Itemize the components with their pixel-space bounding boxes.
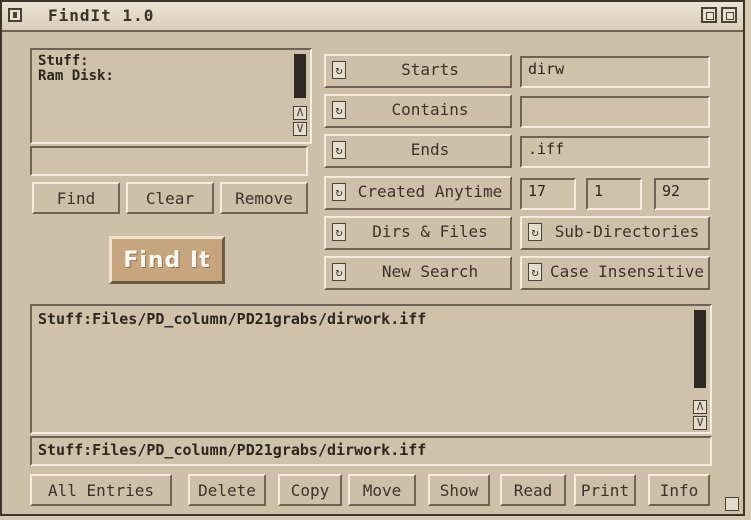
contains-input[interactable] [520, 96, 710, 128]
cycle-icon: ↻ [332, 183, 346, 201]
read-button[interactable]: Read [500, 474, 566, 506]
print-button[interactable]: Print [574, 474, 636, 506]
results-scrollbar[interactable] [694, 310, 706, 388]
window-title: FindIt 1.0 [48, 6, 155, 25]
volume-list-scrollbar[interactable] [294, 54, 306, 98]
selected-path-field[interactable]: Stuff:Files/PD_column/PD21grabs/dirwork.… [30, 436, 712, 466]
volume-list[interactable]: Stuff: Ram Disk: Λ V [30, 48, 312, 144]
ends-label: Ends [410, 140, 450, 159]
new-search-cycle-button[interactable]: ↻ New Search [324, 256, 512, 290]
ends-input-value: .iff [528, 140, 565, 158]
cycle-icon: ↻ [332, 223, 346, 241]
year-input[interactable]: 92 [654, 178, 710, 210]
starts-input[interactable]: dirw [520, 56, 710, 88]
dirs-files-label: Dirs & Files [372, 222, 488, 241]
year-input-value: 92 [662, 182, 681, 200]
sub-directories-cycle-button[interactable]: ↻ Sub-Directories [520, 216, 710, 250]
dirs-files-cycle-button[interactable]: ↻ Dirs & Files [324, 216, 512, 250]
cycle-icon: ↻ [528, 223, 542, 241]
cycle-icon: ↻ [332, 263, 346, 281]
volume-item-ram-disk[interactable]: Ram Disk: [38, 69, 114, 84]
close-gadget-icon[interactable] [8, 8, 22, 22]
remove-button[interactable]: Remove [220, 182, 308, 214]
delete-button[interactable]: Delete [188, 474, 266, 506]
zoom-gadget-icon[interactable] [701, 7, 717, 23]
sub-directories-label: Sub-Directories [554, 222, 700, 241]
starts-label: Starts [401, 60, 459, 79]
info-button[interactable]: Info [648, 474, 710, 506]
copy-button[interactable]: Copy [278, 474, 342, 506]
clear-button[interactable]: Clear [126, 182, 214, 214]
findit-window: FindIt 1.0 Stuff: Ram Disk: Λ V Find Cle… [0, 0, 745, 516]
cycle-icon: ↻ [528, 263, 542, 281]
title-bar[interactable]: FindIt 1.0 [2, 2, 743, 32]
arrow-up-icon[interactable]: Λ [693, 400, 707, 414]
arrow-down-icon[interactable]: V [693, 416, 707, 430]
results-list[interactable]: Stuff:Files/PD_column/PD21grabs/dirwork.… [30, 304, 712, 434]
month-input-value: 1 [594, 182, 604, 200]
created-anytime-label: Created Anytime [357, 182, 503, 201]
result-item[interactable]: Stuff:Files/PD_column/PD21grabs/dirwork.… [38, 310, 426, 328]
arrow-up-icon[interactable]: Λ [293, 106, 307, 120]
cycle-icon: ↻ [332, 141, 346, 159]
month-input[interactable]: 1 [586, 178, 642, 210]
case-insensitive-cycle-button[interactable]: ↻ Case Insensitive [520, 256, 710, 290]
starts-input-value: dirw [528, 60, 565, 78]
cycle-icon: ↻ [332, 61, 346, 79]
new-search-label: New Search [381, 262, 479, 281]
day-input[interactable]: 17 [520, 178, 576, 210]
created-anytime-cycle-button[interactable]: ↻ Created Anytime [324, 176, 512, 210]
starts-cycle-button[interactable]: ↻ Starts [324, 54, 512, 88]
arrow-down-icon[interactable]: V [293, 122, 307, 136]
path-input[interactable] [30, 146, 308, 176]
day-input-value: 17 [528, 182, 547, 200]
cycle-icon: ↻ [332, 101, 346, 119]
case-insensitive-label: Case Insensitive [549, 262, 705, 281]
resize-gadget-icon[interactable] [725, 497, 739, 511]
ends-input[interactable]: .iff [520, 136, 710, 168]
contains-cycle-button[interactable]: ↻ Contains [324, 94, 512, 128]
find-button[interactable]: Find [32, 182, 120, 214]
all-entries-button[interactable]: All Entries [30, 474, 172, 506]
find-it-button[interactable]: Find It [109, 236, 225, 284]
ends-cycle-button[interactable]: ↻ Ends [324, 134, 512, 168]
depth-gadget-icon[interactable] [721, 7, 737, 23]
move-button[interactable]: Move [348, 474, 416, 506]
contains-label: Contains [391, 100, 469, 119]
selected-path-value: Stuff:Files/PD_column/PD21grabs/dirwork.… [38, 441, 427, 459]
show-button[interactable]: Show [428, 474, 490, 506]
volume-item-stuff[interactable]: Stuff: [38, 54, 89, 69]
